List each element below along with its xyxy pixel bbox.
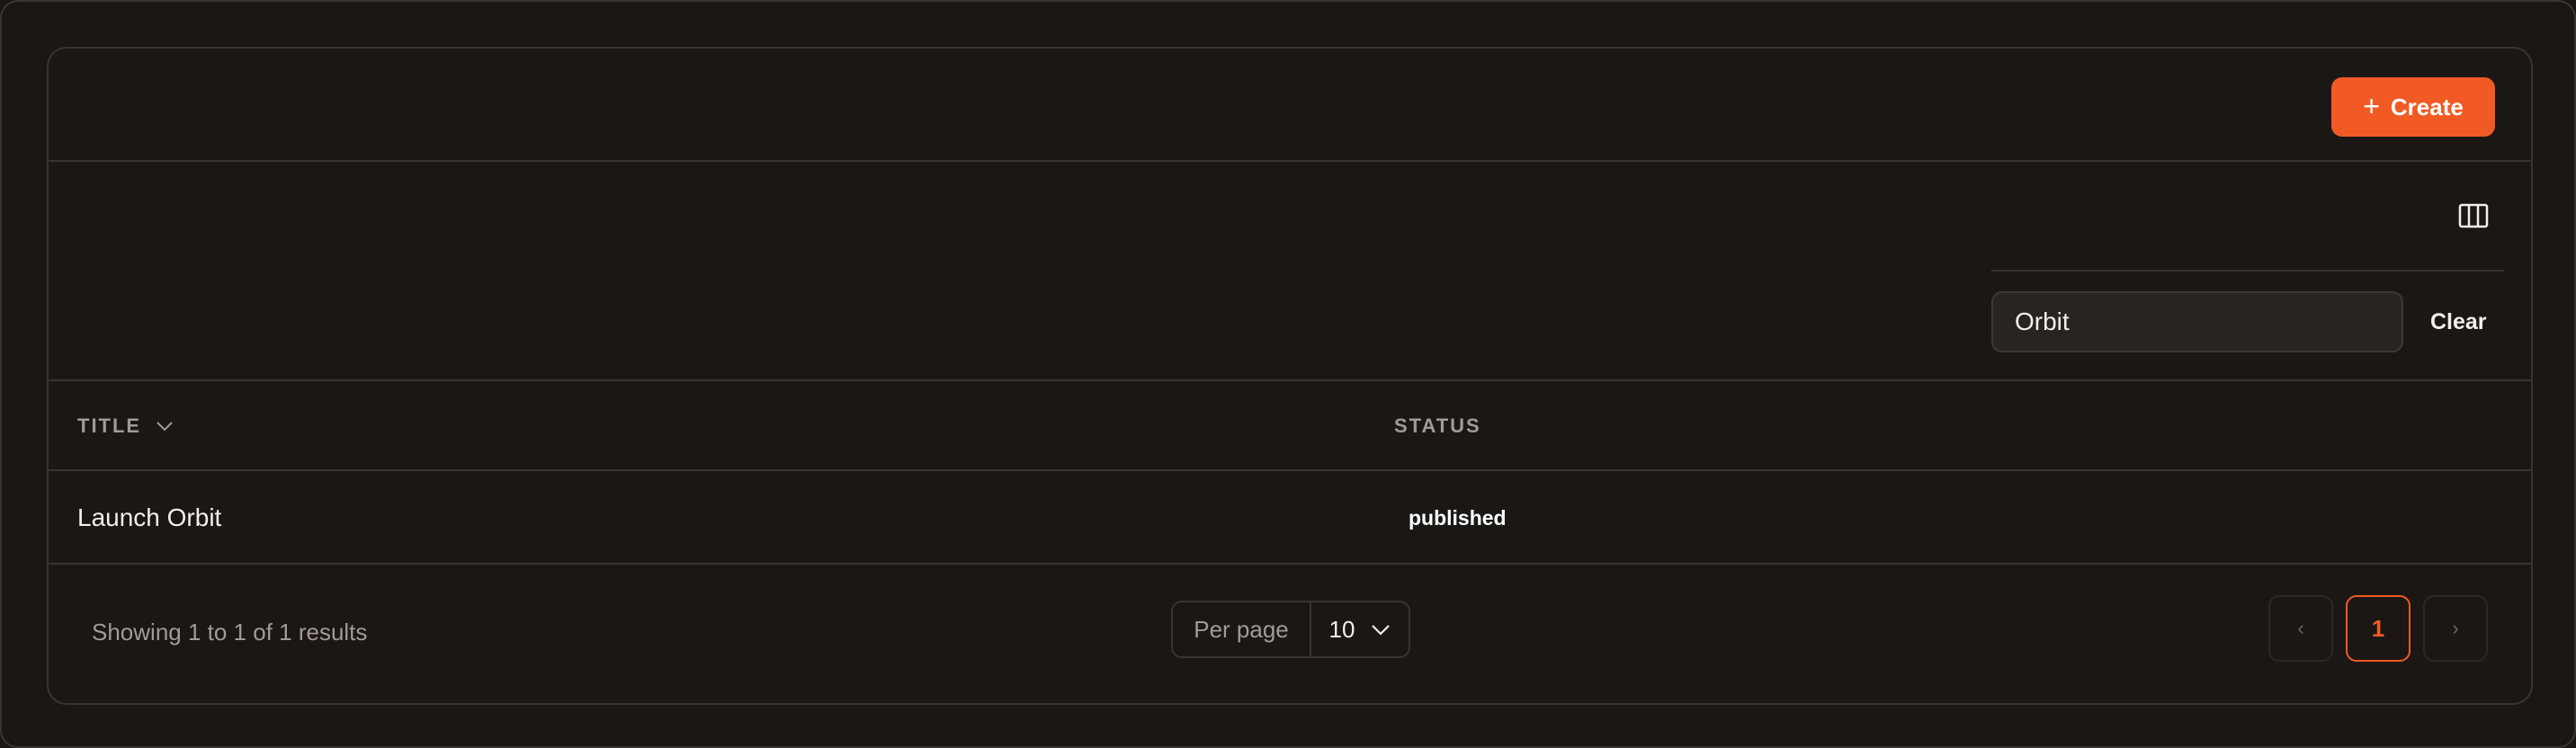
column-header-title[interactable]: TITLE bbox=[77, 381, 174, 471]
columns-toggle-button[interactable] bbox=[2455, 198, 2491, 234]
table-footer: Showing 1 to 1 of 1 results Per page 10 … bbox=[49, 565, 2531, 703]
per-page-select[interactable]: 10 bbox=[1311, 602, 1409, 656]
per-page-control: Per page 10 bbox=[1171, 601, 1410, 658]
create-button[interactable]: + Create bbox=[2331, 77, 2495, 137]
next-page-button[interactable]: › bbox=[2423, 595, 2488, 662]
per-page-label: Per page bbox=[1173, 602, 1311, 656]
pagination: ‹ 1 › bbox=[2268, 595, 2488, 662]
column-header-title-label: TITLE bbox=[77, 414, 142, 437]
app-frame: + Create Clear TITLE bbox=[0, 0, 2576, 748]
column-header-status-label: STATUS bbox=[1394, 414, 1481, 437]
create-button-label: Create bbox=[2390, 93, 2464, 120]
table-header-bar: + Create bbox=[49, 49, 2531, 162]
column-header-status: STATUS bbox=[1394, 381, 1481, 471]
filter-divider bbox=[1991, 270, 2504, 272]
chevron-down-icon bbox=[1372, 625, 1391, 636]
table-header-row: TITLE STATUS bbox=[49, 381, 2531, 471]
table-row[interactable]: Launch Orbit published bbox=[49, 471, 2531, 565]
search-input[interactable] bbox=[1991, 291, 2403, 352]
filter-bar: Clear bbox=[49, 162, 2531, 381]
previous-page-button[interactable]: ‹ bbox=[2268, 595, 2333, 662]
page-1-button[interactable]: 1 bbox=[2346, 595, 2411, 662]
status-badge: published bbox=[1409, 505, 1507, 530]
clear-button[interactable]: Clear bbox=[2430, 306, 2487, 338]
per-page-value: 10 bbox=[1328, 615, 1355, 643]
columns-icon bbox=[2458, 203, 2489, 228]
chevron-down-icon bbox=[157, 422, 173, 432]
row-title[interactable]: Launch Orbit bbox=[77, 471, 221, 565]
resource-table-panel: + Create Clear TITLE bbox=[47, 47, 2533, 705]
plus-icon: + bbox=[2363, 90, 2380, 122]
results-summary: Showing 1 to 1 of 1 results bbox=[92, 618, 368, 646]
